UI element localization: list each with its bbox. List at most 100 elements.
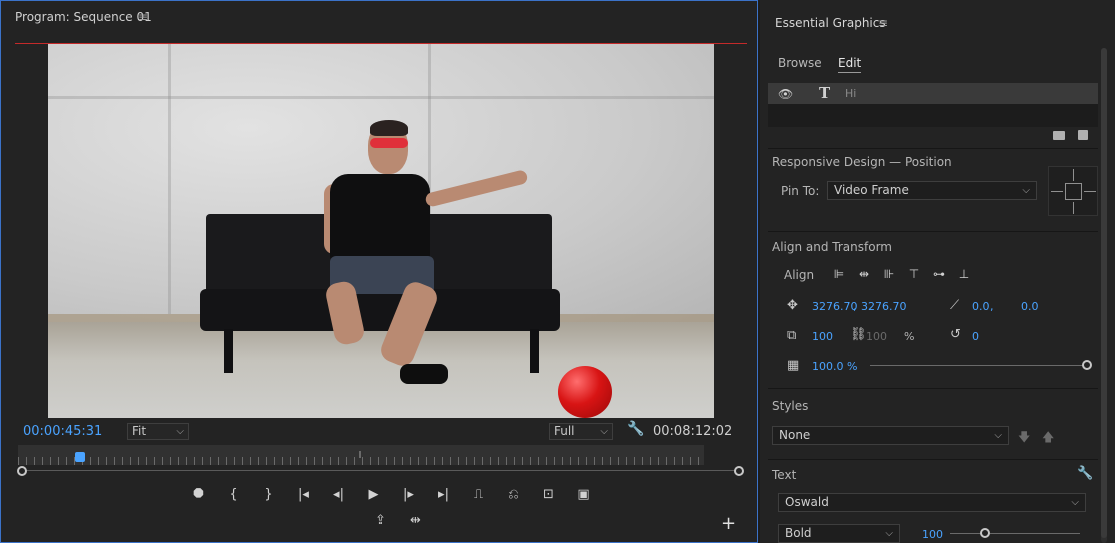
zoom-scroll-end-handle[interactable] [734, 466, 744, 476]
section-divider [768, 388, 1098, 389]
chevron-down-icon: ⌵ [885, 528, 893, 539]
responsive-design-heading: Responsive Design — Position [772, 155, 952, 169]
section-divider [768, 148, 1098, 149]
align-horizontal-center-icon[interactable]: ⇹ [855, 266, 873, 282]
comparison-view-button[interactable]: ▣ [566, 487, 601, 502]
font-size-value[interactable]: 100 [922, 528, 943, 541]
play-button[interactable]: ▶ [356, 487, 391, 502]
rotation-value[interactable]: 0 [972, 330, 979, 343]
playhead-handle[interactable] [75, 452, 85, 462]
time-ruler[interactable] [18, 445, 704, 465]
pin-center-box[interactable] [1065, 183, 1082, 200]
panel-scrollbar[interactable] [1101, 48, 1107, 543]
layer-row[interactable]: 👁 T Hi [768, 83, 1098, 104]
position-x-value[interactable]: 3276.70 [812, 300, 858, 313]
opacity-checker-icon: ▦ [787, 358, 800, 373]
step-back-button[interactable]: ◂| [321, 487, 356, 502]
opacity-slider-track[interactable] [870, 365, 1086, 366]
pin-right-edge[interactable] [1084, 191, 1096, 192]
chevron-down-icon: ⌵ [1022, 185, 1030, 196]
layer-list: 👁 T Hi [768, 83, 1098, 127]
align-vertical-center-icon[interactable]: ⊶ [930, 266, 948, 282]
go-to-out-button[interactable]: ▸| [426, 487, 461, 502]
pin-bottom-edge[interactable] [1073, 202, 1074, 214]
align-label: Align [784, 268, 815, 282]
wrench-icon[interactable]: 🔧 [1077, 466, 1093, 481]
align-bottom-icon[interactable]: ⊥ [955, 266, 973, 282]
trim-button[interactable]: ⇹ [398, 513, 433, 528]
video-red-balloon [558, 366, 612, 418]
pin-to-value: Video Frame [834, 183, 909, 197]
pin-top-edge[interactable] [1073, 169, 1074, 181]
playback-resolution-select[interactable]: Full ⌵ [549, 423, 613, 440]
program-panel-menu-icon[interactable]: ≡ [138, 10, 148, 24]
lift-button[interactable]: ⎍ [461, 487, 496, 502]
font-weight-select[interactable]: Bold ⌵ [778, 524, 900, 543]
pin-edges-widget[interactable] [1048, 166, 1098, 216]
chevron-down-icon: ⌵ [176, 426, 184, 437]
tab-edit[interactable]: Edit [838, 56, 862, 73]
align-buttons: ⊫ ⇹ ⊪ ⊤ ⊶ ⊥ [830, 266, 973, 282]
zoom-scroll-start-handle[interactable] [17, 466, 27, 476]
extract-button[interactable]: ⎌ [496, 487, 531, 502]
font-family-value: Oswald [785, 495, 829, 509]
program-panel-tab[interactable]: Program: Sequence 01 [15, 10, 152, 24]
styles-select[interactable]: None ⌵ [772, 426, 1009, 445]
opacity-slider-handle[interactable] [1082, 360, 1092, 370]
tab-browse[interactable]: Browse [778, 56, 822, 70]
styles-value: None [779, 428, 811, 442]
align-left-icon[interactable]: ⊫ [830, 266, 848, 282]
chevron-down-icon: ⌵ [994, 430, 1002, 441]
font-size-slider-handle[interactable] [980, 528, 990, 538]
folder-icon[interactable] [1053, 131, 1065, 140]
arrow-up-icon[interactable]: 🡅 [1042, 428, 1054, 449]
opacity-value[interactable]: 100.0 % [812, 360, 857, 373]
pin-to-select[interactable]: Video Frame ⌵ [827, 181, 1037, 200]
anchor-x-value[interactable]: 0.0 [972, 300, 990, 313]
time-ruler-ticks [18, 457, 704, 465]
go-to-in-button[interactable]: |◂ [286, 487, 321, 502]
text-layer-icon: T [819, 84, 831, 102]
arrow-down-icon[interactable]: 🡇 [1018, 428, 1030, 449]
mark-in-button[interactable]: { [216, 487, 251, 502]
video-wall-fold [48, 96, 714, 99]
zoom-scroll-bar[interactable] [23, 470, 739, 471]
position-y-value[interactable]: 3276.70 [861, 300, 907, 313]
panel-scroll-thumb[interactable] [1101, 48, 1107, 538]
step-forward-button[interactable]: |▸ [391, 487, 426, 502]
zoom-level-select[interactable]: Fit ⌵ [127, 423, 189, 440]
new-layer-icon[interactable] [1078, 130, 1088, 140]
font-size-slider-track[interactable] [950, 533, 1080, 534]
mark-out-button[interactable]: } [251, 487, 286, 502]
pin-left-edge[interactable] [1051, 191, 1063, 192]
playback-resolution-value: Full [554, 424, 575, 438]
add-marker-button[interactable]: ⯃ [181, 487, 216, 502]
anchor-y-value[interactable]: 0.0 [1021, 300, 1039, 313]
align-top-icon[interactable]: ⊤ [905, 266, 923, 282]
align-right-icon[interactable]: ⊪ [880, 266, 898, 282]
link-chain-icon[interactable]: ⛓ [850, 327, 867, 342]
chevron-down-icon: ⌵ [1071, 497, 1079, 508]
video-person-hair [370, 120, 408, 136]
position-separator: , [853, 300, 857, 313]
export-frame-icon-button[interactable]: ⇪ [363, 513, 398, 528]
export-frame-button[interactable]: ⊡ [531, 487, 566, 502]
font-family-select[interactable]: Oswald ⌵ [778, 493, 1086, 512]
essential-graphics-panel: Essential Graphics ≡ Browse Edit 👁 T Hi … [760, 0, 1115, 543]
essential-graphics-menu-icon[interactable]: ≡ [878, 16, 888, 30]
video-preview[interactable] [48, 44, 714, 418]
section-divider [768, 459, 1098, 460]
font-weight-value: Bold [785, 526, 812, 540]
chevron-down-icon: ⌵ [600, 426, 608, 437]
rotation-icon: ↺ [950, 327, 961, 342]
eye-visibility-icon[interactable]: 👁 [778, 87, 793, 101]
button-editor-plus-icon[interactable]: + [721, 513, 736, 534]
essential-graphics-title[interactable]: Essential Graphics [775, 16, 886, 30]
video-couch-leg [530, 329, 539, 373]
wrench-settings-icon[interactable]: 🔧 [627, 421, 644, 437]
current-timecode[interactable]: 00:00:45:31 [23, 424, 102, 439]
scale-value[interactable]: 100 [812, 330, 833, 343]
video-person-glasses [370, 138, 408, 148]
video-person-torso [330, 174, 430, 262]
video-couch-seat [200, 289, 560, 331]
